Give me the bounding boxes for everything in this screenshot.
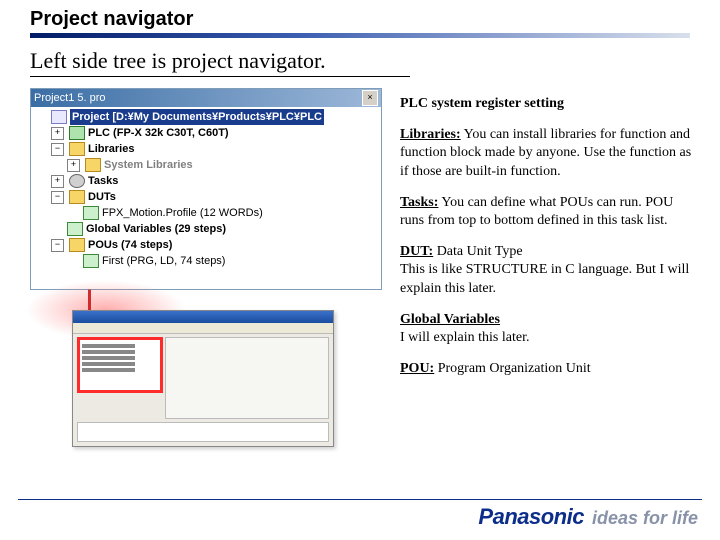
tree-node-global-variables[interactable]: Global Variables (29 steps) [31,221,381,237]
folder-icon [69,190,85,204]
tree-node-motion-profile[interactable]: FPX_Motion.Profile (12 WORDs) [31,205,381,221]
tree-label: Global Variables (29 steps) [86,221,226,237]
expand-icon[interactable]: + [67,159,80,172]
folder-icon [69,238,85,252]
pou-heading: POU: [400,361,434,376]
tree-node-duts[interactable]: − DUTs [31,189,381,205]
tree-label: POUs (74 steps) [88,237,172,253]
tree-body: Project [D:¥My Documents¥Products¥PLC¥PL… [31,107,381,271]
tasks-heading: Tasks: [400,195,438,210]
brand-name: Panasonic [478,504,584,530]
ide-screenshot-thumbnail [72,310,334,447]
project-icon [51,110,67,124]
tree-node-plc[interactable]: + PLC (FP-X 32k C30T, C60T) [31,125,381,141]
collapse-icon[interactable]: − [51,143,64,156]
block-icon [67,222,83,236]
description-column: PLC system register setting Libraries: Y… [400,95,700,391]
mini-editor-area [165,337,329,419]
collapse-icon[interactable]: − [51,239,64,252]
tree-label: System Libraries [104,157,193,173]
tree-node-first[interactable]: First (PRG, LD, 74 steps) [31,253,381,269]
window-title: Project1 5. pro [34,92,106,104]
collapse-icon[interactable]: − [51,191,64,204]
title-text: Project navigator [30,8,690,31]
tree-node-system-libraries[interactable]: + System Libraries [31,157,381,173]
tree-label: Tasks [88,173,118,189]
tree-node-pous[interactable]: − POUs (74 steps) [31,237,381,253]
global-variables-body: I will explain this later. [400,330,529,345]
tasks-body: You can define what POUs can run. POU ru… [400,195,673,228]
block-icon [83,254,99,268]
plc-register-heading: PLC system register setting [400,96,564,111]
brand-tagline: ideas for life [592,508,698,529]
project-navigator-window: Project1 5. pro × Project [D:¥My Documen… [30,88,382,290]
slide-title: Project navigator [30,8,690,38]
mini-bottom-panel [77,422,329,442]
global-variables-heading: Global Variables [400,312,500,327]
mini-menubar [73,323,333,334]
expand-icon[interactable]: + [51,127,64,140]
pou-body: Program Organization Unit [434,361,590,376]
libraries-heading: Libraries: [400,127,461,142]
tree-node-tasks[interactable]: + Tasks [31,173,381,189]
dut-body: Data Unit Type This is like STRUCTURE in… [400,244,689,295]
tree-node-project[interactable]: Project [D:¥My Documents¥Products¥PLC¥PL… [31,109,381,125]
block-icon [83,206,99,220]
tree-label: Libraries [88,141,134,157]
tree-label: First (PRG, LD, 74 steps) [102,253,225,269]
plc-icon [69,126,85,140]
tree-label: FPX_Motion.Profile (12 WORDs) [102,205,263,221]
folder-icon [69,142,85,156]
close-icon[interactable]: × [362,90,378,106]
folder-icon [85,158,101,172]
subtitle-underline [30,76,410,77]
title-underline [30,33,690,38]
window-titlebar: Project1 5. pro × [31,89,381,107]
tree-node-libraries[interactable]: − Libraries [31,141,381,157]
tree-label: DUTs [88,189,116,205]
expand-icon[interactable]: + [51,175,64,188]
dut-heading: DUT: [400,244,433,259]
slide-subtitle: Left side tree is project navigator. [30,48,326,74]
mini-navigator-highlight [77,337,163,393]
mini-titlebar [73,311,333,323]
tree-label: Project [D:¥My Documents¥Products¥PLC¥PL… [70,109,324,125]
footer-divider [18,499,702,500]
tree-label: PLC (FP-X 32k C30T, C60T) [88,125,229,141]
gear-icon [69,174,85,188]
brand-logo: Panasonic ideas for life [478,504,698,530]
